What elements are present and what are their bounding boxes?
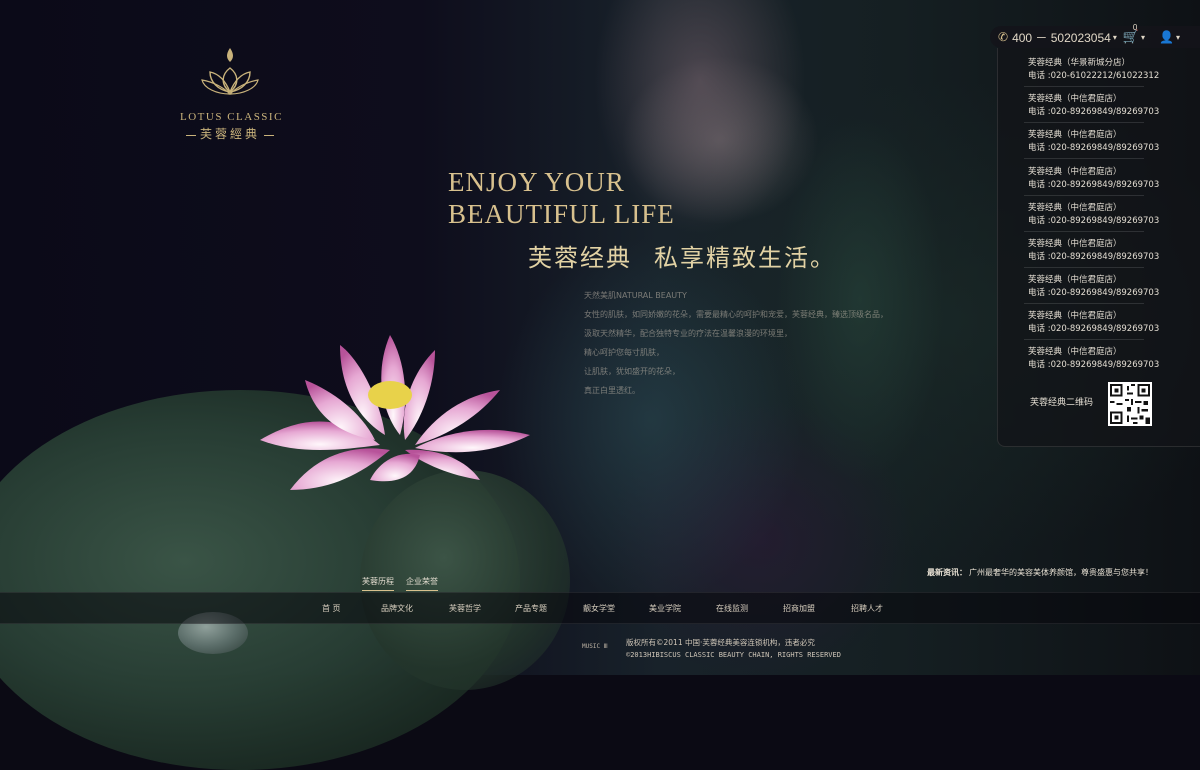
store-item[interactable]: 芙蓉经典（中信君庭店） 电话 :020-89269849/89269703 [1024, 166, 1178, 196]
store-item[interactable]: 芙蓉经典（中信君庭店） 电话 :020-89269849/89269703 [1024, 93, 1178, 123]
logo-text-en: LOTUS CLASSIC [180, 111, 283, 123]
store-name: 芙蓉经典（中信君庭店） [1028, 239, 1122, 249]
tab-history[interactable]: 芙蓉历程 [362, 576, 394, 591]
hotline-number[interactable]: 400 － 502023054 [1012, 29, 1111, 46]
intro-line: 女性的肌肤，如同娇嫩的花朵，需要最精心的呵护和宠爱，芙蓉经典，臻选顶级名品， [584, 310, 888, 319]
nav-item-brand-culture[interactable]: 品牌文化 [381, 603, 449, 614]
main-nav: 首 页 品牌文化 芙蓉哲学 产品专题 靓女学堂 美业学院 在线监测 招商加盟 招… [322, 603, 911, 614]
divider [1024, 303, 1144, 304]
cart-count-badge: 0 [1132, 23, 1138, 32]
store-phone: 电话 :020-89269849/89269703 [1028, 180, 1160, 190]
store-name: 芙蓉经典（中信君庭店） [1028, 275, 1122, 285]
headline-line-2: BEAUTIFUL LIFE [448, 199, 675, 229]
hero-headline: ENJOY YOUR BEAUTIFUL LIFE [448, 166, 675, 230]
qr-code-image [1108, 382, 1152, 426]
divider [1024, 231, 1144, 232]
store-phone: 电话 :020-89269849/89269703 [1028, 107, 1160, 117]
store-name: 芙蓉经典（中信君庭店） [1028, 347, 1122, 357]
nav-item-careers[interactable]: 招聘人才 [851, 603, 911, 614]
chevron-down-icon[interactable]: ▾ [1141, 33, 1145, 42]
store-phone: 电话 :020-89269849/89269703 [1028, 252, 1160, 262]
nav-item-products[interactable]: 产品专题 [515, 603, 583, 614]
store-name: 芙蓉经典（华景新城分店） [1028, 58, 1131, 68]
nav-item-franchise[interactable]: 招商加盟 [783, 603, 851, 614]
intro-line: 汲取天然精华，配合独特专业的疗法在温馨浪漫的环境里， [584, 329, 792, 338]
news-label: 最新资讯： [927, 568, 967, 577]
store-phone: 电话 :020-89269849/89269703 [1028, 324, 1160, 334]
qr-code-label: 芙蓉经典二维码 [1030, 398, 1094, 408]
music-toggle[interactable]: MUSIC Ⅲ [582, 643, 608, 650]
divider [1024, 122, 1144, 123]
nav-item-home[interactable]: 首 页 [322, 603, 381, 614]
footer-copyright: 版权所有©2011 中国·芙蓉经典美容连锁机构，违者必究 ©2013HIBISC… [626, 637, 841, 661]
store-item[interactable]: 芙蓉经典（中信君庭店） 电话 :020-89269849/89269703 [1024, 202, 1178, 232]
store-item[interactable]: 芙蓉经典（中信君庭店） 电话 :020-89269849/89269703 [1024, 238, 1178, 268]
brand-logo[interactable]: LOTUS CLASSIC 芙蓉經典 [180, 44, 283, 142]
headline-cn-brand: 芙蓉经典 [528, 244, 632, 272]
news-text: 广州最奢华的美容美体养颜馆，尊贵盛惠与您共享！ [969, 568, 1153, 577]
store-name: 芙蓉经典（中信君庭店） [1028, 94, 1122, 104]
intro-line: 让肌肤，犹如盛开的花朵， [584, 367, 680, 376]
store-item[interactable]: 芙蓉经典（中信君庭店） 电话 :020-89269849/89269703 [1024, 129, 1178, 159]
divider [1024, 339, 1144, 340]
nav-item-philosophy[interactable]: 芙蓉哲学 [449, 603, 515, 614]
divider [1024, 195, 1144, 196]
phone-icon: ✆ [998, 30, 1009, 44]
store-phone: 电话 :020-61022212/61022312 [1028, 71, 1160, 81]
store-phone: 电话 :020-89269849/89269703 [1028, 360, 1160, 370]
latest-news-ticker[interactable]: 最新资讯： 广州最奢华的美容美体养颜馆，尊贵盛惠与您共享！ [927, 567, 1153, 578]
intro-line: 精心呵护您每寸肌肤， [584, 348, 664, 357]
copyright-en: ©2013HIBISCUS CLASSIC BEAUTY CHAIN, RIGH… [626, 651, 841, 659]
store-name: 芙蓉经典（中信君庭店） [1028, 167, 1122, 177]
store-item[interactable]: 芙蓉经典（华景新城分店） 电话 :020-61022212/61022312 [1024, 57, 1178, 87]
tab-honors[interactable]: 企业荣誉 [406, 576, 438, 591]
divider [1024, 267, 1144, 268]
headline-cn: 芙蓉经典 私享精致生活。 [528, 238, 858, 273]
cart-icon[interactable]: 🛒 0 [1123, 23, 1139, 45]
store-item[interactable]: 芙蓉经典（中信君庭店） 电话 :020-89269849/89269703 [1024, 274, 1178, 304]
store-name: 芙蓉经典（中信君庭店） [1028, 311, 1122, 321]
store-item[interactable]: 芙蓉经典（中信君庭店） 电话 :020-89269849/89269703 [1028, 346, 1178, 372]
lotus-flower-image [260, 335, 530, 490]
store-phone: 电话 :020-89269849/89269703 [1028, 288, 1160, 298]
top-utility-bar: ✆ 400 － 502023054 ▾ 🛒 0 ▾ 👤 ▾ [990, 23, 1200, 48]
intro-line: 天然美肌NATURAL BEAUTY [584, 291, 687, 300]
lotus-logo-icon [201, 48, 259, 95]
headline-cn-slogan: 私享精致生活。 [654, 244, 836, 272]
chevron-down-icon[interactable]: ▾ [1113, 33, 1117, 42]
divider [1024, 158, 1144, 159]
nav-item-beauty-class[interactable]: 靓女学堂 [583, 603, 649, 614]
intro-line: 真正白里透红。 [584, 386, 640, 395]
logo-text-cn: 芙蓉經典 [180, 125, 280, 142]
copyright-cn: 版权所有©2011 中国·芙蓉经典美容连锁机构，违者必究 [626, 638, 815, 647]
headline-line-1: ENJOY YOUR [448, 167, 625, 197]
intro-text: 天然美肌NATURAL BEAUTY 女性的肌肤，如同娇嫩的花朵，需要最精心的呵… [584, 286, 888, 400]
store-phone: 电话 :020-89269849/89269703 [1028, 216, 1160, 226]
nav-item-online-test[interactable]: 在线监测 [716, 603, 783, 614]
store-phone: 电话 :020-89269849/89269703 [1028, 143, 1160, 153]
store-item[interactable]: 芙蓉经典（中信君庭店） 电话 :020-89269849/89269703 [1024, 310, 1178, 340]
store-name: 芙蓉经典（中信君庭店） [1028, 203, 1122, 213]
history-tabs: 芙蓉历程 企业荣誉 [362, 576, 438, 591]
chevron-down-icon[interactable]: ▾ [1176, 33, 1180, 42]
user-icon[interactable]: 👤 [1159, 30, 1174, 44]
store-name: 芙蓉经典（中信君庭店） [1028, 130, 1122, 140]
nav-item-academy[interactable]: 美业学院 [649, 603, 716, 614]
divider [1024, 86, 1144, 87]
